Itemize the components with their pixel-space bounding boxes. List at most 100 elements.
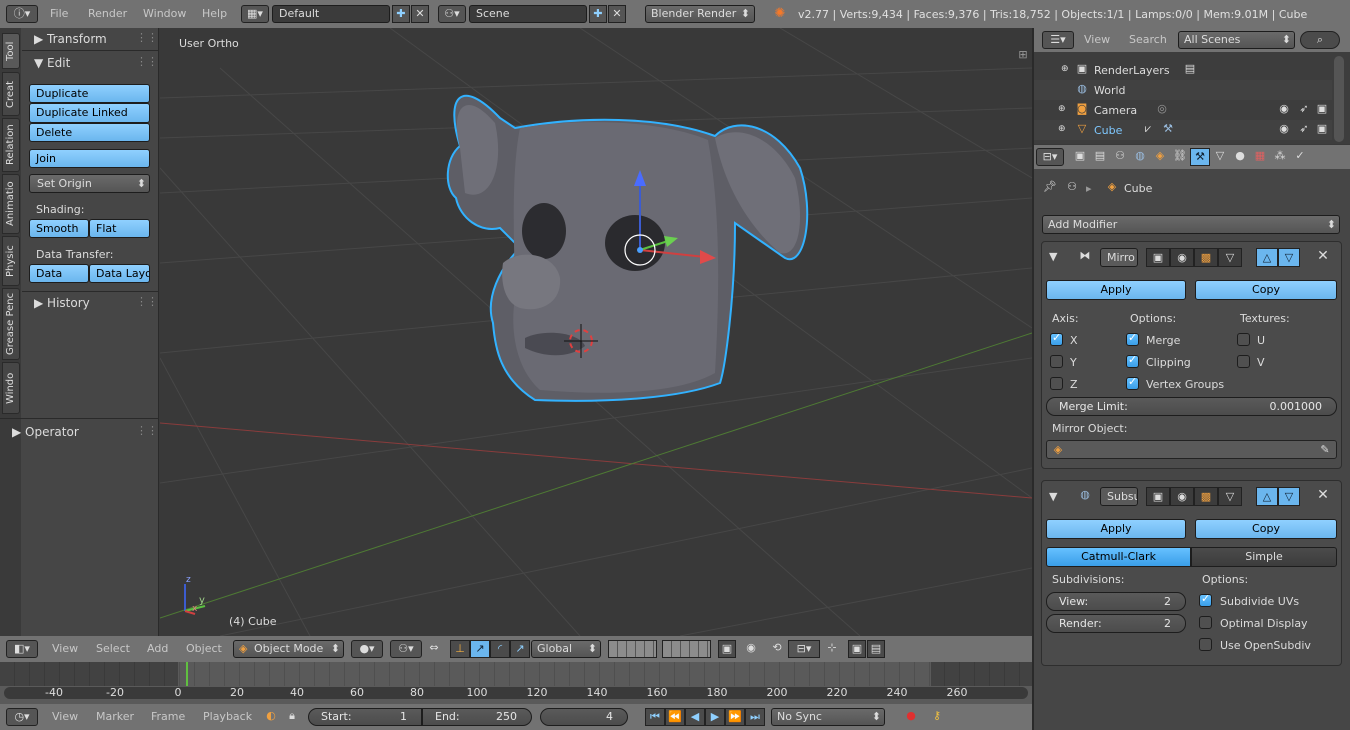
pivot-point-icon[interactable]: ⚇▾ (390, 640, 422, 658)
tab-tool[interactable]: Tool (2, 33, 20, 69)
render-layers-context-icon[interactable]: ▤ (1090, 148, 1110, 166)
renderability-camera-icon[interactable]: ▣ (1314, 122, 1330, 138)
jump-keyframe-forward-icon[interactable]: ⏩ (725, 708, 745, 726)
viewport-menu-add[interactable]: Add (147, 636, 168, 662)
snap-toggle-icon[interactable]: ⟲ (768, 640, 786, 658)
outliner-display-mode-select[interactable]: All Scenes ⬍ (1178, 31, 1295, 49)
scene-icon[interactable]: ⚇▾ (438, 5, 466, 23)
selectability-cursor-icon[interactable]: ➶ (1296, 102, 1312, 118)
layer-buttons-2[interactable] (662, 640, 711, 658)
layer-buttons-1[interactable] (608, 640, 657, 658)
remove-modifier-icon[interactable]: ✕ (1314, 487, 1332, 506)
texture-context-icon[interactable]: ▦ (1250, 148, 1270, 166)
world-context-icon[interactable]: ◍ (1130, 148, 1150, 166)
timeline-menu-marker[interactable]: Marker (96, 704, 134, 730)
particles-context-icon[interactable]: ⁂ (1270, 148, 1290, 166)
tab-relations[interactable]: Relation (2, 118, 20, 172)
outliner-menu-view[interactable]: View (1084, 28, 1110, 52)
menu-window[interactable]: Window (143, 0, 186, 28)
add-screen-icon[interactable]: ✚ (392, 5, 410, 23)
subdivide-uvs-checkbox[interactable] (1199, 592, 1212, 607)
3d-viewport[interactable] (160, 28, 1032, 636)
pin-icon[interactable]: 📌︎ (1042, 180, 1058, 196)
jump-start-icon[interactable]: ⏮ (645, 708, 665, 726)
tab-animation[interactable]: Animatio (2, 174, 20, 234)
view-levels-field[interactable]: View: 2 (1046, 592, 1186, 611)
panel-edit-header[interactable]: ▼ Edit (34, 56, 70, 70)
current-frame-line[interactable] (186, 662, 188, 686)
expand-icon[interactable]: ⊕ (1058, 104, 1066, 114)
jump-keyframe-back-icon[interactable]: ⏪ (665, 708, 685, 726)
join-button[interactable]: Join (29, 149, 150, 168)
render-toggle-icon[interactable]: ▣ (1146, 248, 1170, 267)
viewport-corner-add-icon[interactable]: ⊞ (1016, 48, 1030, 62)
viewport-menu-object[interactable]: Object (186, 636, 222, 662)
move-down-icon[interactable]: ▽ (1278, 248, 1300, 267)
outliner-scrollbar[interactable] (1334, 56, 1344, 142)
menu-render[interactable]: Render (88, 0, 127, 28)
editmode-toggle-icon[interactable]: ▩ (1194, 487, 1218, 506)
data-transfer-layout-button[interactable]: Data Layo (89, 264, 150, 283)
subsurf-copy-button[interactable]: Copy (1195, 519, 1337, 539)
renderability-camera-icon[interactable]: ▣ (1314, 102, 1330, 118)
info-editor-icon[interactable]: ⓘ▾ (6, 5, 38, 23)
axis-z-checkbox[interactable] (1050, 377, 1063, 390)
set-origin-menu[interactable]: Set Origin ⬍ (29, 174, 150, 193)
vertex-groups-checkbox[interactable] (1126, 375, 1139, 390)
remove-scene-icon[interactable]: ✕ (608, 5, 626, 23)
render-context-icon[interactable]: ▣ (1070, 148, 1090, 166)
keying-set-icon[interactable]: ⚷ (928, 708, 946, 726)
cage-toggle-icon[interactable]: ▽ (1218, 487, 1242, 506)
interaction-mode-select[interactable]: ◈ Object Mode ⬍ (233, 640, 344, 658)
properties-editor-icon[interactable]: ⊟▾ (1036, 148, 1064, 166)
record-icon[interactable]: ● (902, 708, 920, 726)
scene-context-icon[interactable]: ⚇ (1110, 148, 1130, 166)
texture-u-checkbox[interactable] (1237, 333, 1250, 346)
add-modifier-select[interactable]: Add Modifier ⬍ (1042, 215, 1340, 234)
lock-layers-icon[interactable]: ▣ (718, 640, 736, 658)
jump-end-icon[interactable]: ⏭ (745, 708, 765, 726)
manipulator-axes-icon[interactable]: ⊥ (450, 640, 470, 658)
timeline-editor-icon[interactable]: ◷▾ (6, 708, 38, 726)
expand-icon[interactable]: ⊕ (1061, 64, 1069, 74)
physics-context-icon[interactable]: ✓ (1290, 148, 1310, 166)
play-icon[interactable]: ▶ (705, 708, 725, 726)
expand-icon[interactable]: ⊕ (1058, 124, 1066, 134)
panel-operator-header[interactable]: ▶ Operator (12, 425, 79, 439)
snap-target-icon[interactable]: ⊹ (823, 640, 841, 658)
timeline-scrollbar[interactable] (4, 687, 1028, 699)
sync-mode-select[interactable]: No Sync ⬍ (771, 708, 885, 726)
subsurf-modifier-name-field[interactable]: Subsu (1100, 487, 1138, 506)
end-frame-field[interactable]: End: 250 (422, 708, 532, 726)
move-up-icon[interactable]: △ (1256, 487, 1278, 506)
tab-grease-pencil[interactable]: Grease Penc (2, 288, 20, 360)
catmull-clark-option[interactable]: Catmull-Clark (1046, 547, 1191, 567)
move-down-icon[interactable]: ▽ (1278, 487, 1300, 506)
constraints-context-icon[interactable]: ⛓ (1170, 148, 1190, 166)
outliner-editor-icon[interactable]: ☰▾ (1042, 31, 1074, 49)
play-reverse-icon[interactable]: ◀ (685, 708, 705, 726)
start-frame-field[interactable]: Start: 1 (308, 708, 422, 726)
timeline-menu-frame[interactable]: Frame (151, 704, 185, 730)
simple-option[interactable]: Simple (1191, 547, 1337, 567)
merge-limit-field[interactable]: Merge Limit: 0.001000 (1046, 397, 1337, 416)
visibility-eye-icon[interactable]: ◉ (1276, 102, 1292, 118)
outliner-menu-search[interactable]: Search (1129, 28, 1167, 52)
render-engine-select[interactable]: Blender Render ⬍ (645, 5, 755, 23)
render-still-icon[interactable]: ▣ (848, 640, 866, 658)
data-transfer-button[interactable]: Data (29, 264, 89, 283)
viewport-menu-view[interactable]: View (52, 636, 78, 662)
collapse-icon[interactable]: ▼ (1049, 490, 1057, 503)
current-frame-field[interactable]: 4 (540, 708, 628, 726)
outliner-item-camera[interactable]: Camera (1094, 104, 1137, 117)
lock-range-icon[interactable]: 🔒︎ (283, 708, 301, 726)
scale-manipulator-icon[interactable]: ↗ (510, 640, 530, 658)
remove-modifier-icon[interactable]: ✕ (1314, 248, 1332, 267)
visibility-eye-icon[interactable]: ◉ (1276, 122, 1292, 138)
outliner-item-cube[interactable]: Cube (1094, 124, 1122, 137)
remove-screen-icon[interactable]: ✕ (411, 5, 429, 23)
material-context-icon[interactable]: ● (1230, 148, 1250, 166)
editmode-toggle-icon[interactable]: ▩ (1194, 248, 1218, 267)
texture-v-checkbox[interactable] (1237, 355, 1250, 368)
subsurf-apply-button[interactable]: Apply (1046, 519, 1186, 539)
